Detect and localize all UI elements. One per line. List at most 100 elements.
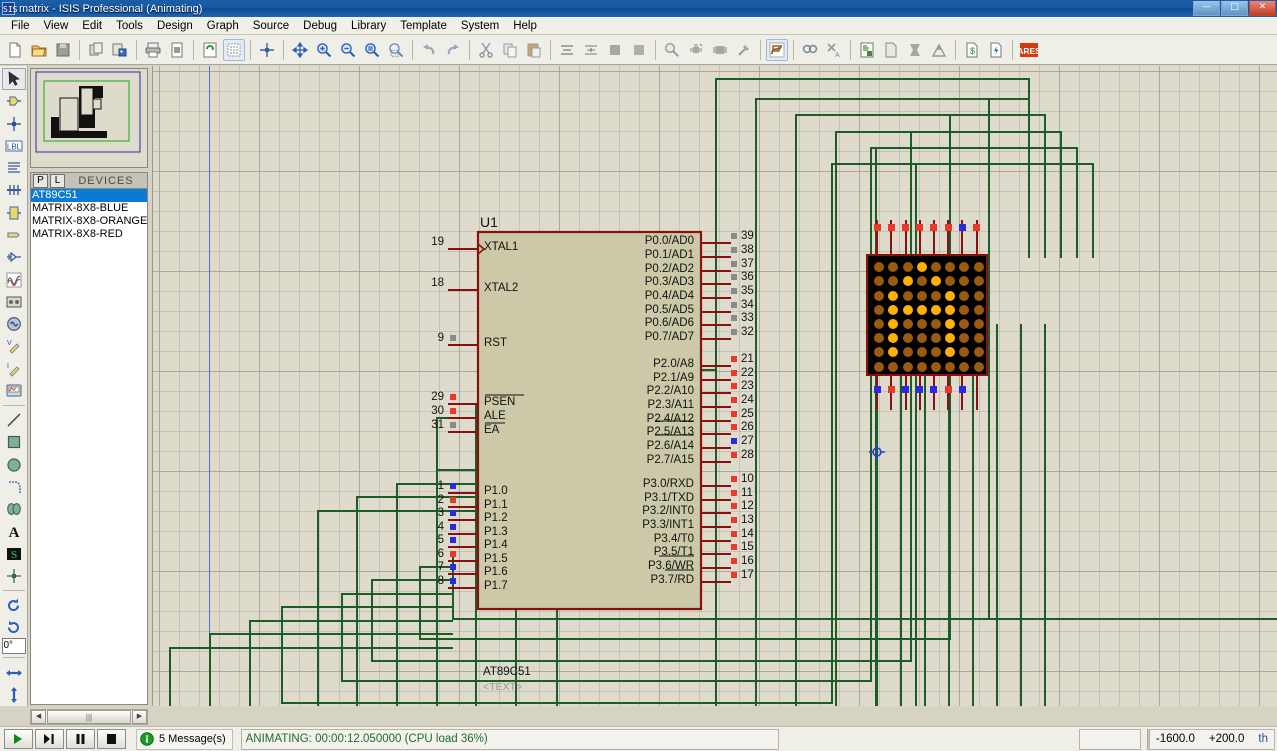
zoom-area-icon[interactable]	[385, 39, 407, 61]
origin-icon[interactable]	[256, 39, 278, 61]
exit-sheet-icon[interactable]	[928, 39, 950, 61]
menu-debug[interactable]: Debug	[296, 19, 344, 33]
menu-library[interactable]: Library	[344, 19, 393, 33]
menu-graph[interactable]: Graph	[200, 19, 246, 33]
scroll-thumb[interactable]: |||	[47, 710, 131, 724]
object-selector-hscrollbar[interactable]: ◀ ||| ▶	[30, 709, 148, 725]
component-mode[interactable]	[2, 90, 26, 112]
pause-button[interactable]	[66, 729, 95, 749]
menu-template[interactable]: Template	[393, 19, 454, 33]
open-file-icon[interactable]	[28, 39, 50, 61]
bill-of-materials-icon[interactable]: $	[961, 39, 983, 61]
scroll-left-arrow[interactable]: ◀	[31, 710, 46, 724]
led-matrix-8x8[interactable]	[866, 206, 996, 410]
device-pin-mode[interactable]	[2, 246, 26, 268]
close-button[interactable]: ✕	[1249, 1, 1276, 16]
refresh-display-icon[interactable]	[199, 39, 221, 61]
2d-path-mode[interactable]	[2, 498, 26, 520]
virtual-instrument-mode[interactable]	[2, 380, 26, 402]
graph-mode[interactable]	[2, 268, 26, 290]
stop-button[interactable]	[97, 729, 126, 749]
maximize-button[interactable]: □	[1221, 1, 1248, 16]
search-tag-icon[interactable]	[799, 39, 821, 61]
ares-netlist-icon[interactable]: ARES	[1018, 39, 1040, 61]
remove-sheet-icon[interactable]	[904, 39, 926, 61]
voltage-probe-mode[interactable]: V	[2, 335, 26, 357]
menu-file[interactable]: File	[4, 19, 37, 33]
menu-system[interactable]: System	[454, 19, 506, 33]
menu-view[interactable]: View	[37, 19, 76, 33]
pan-icon[interactable]	[289, 39, 311, 61]
terminals-mode[interactable]	[2, 224, 26, 246]
menu-source[interactable]: Source	[246, 19, 296, 33]
tape-recorder-mode[interactable]	[2, 291, 26, 313]
2d-text-mode[interactable]: A	[2, 520, 26, 542]
wire-autorouter-icon[interactable]	[766, 38, 788, 61]
menu-tools[interactable]: Tools	[109, 19, 150, 33]
export-section-icon[interactable]	[109, 39, 131, 61]
rotate-ccw-icon[interactable]	[2, 616, 26, 638]
electrical-rule-check-icon[interactable]	[985, 39, 1007, 61]
2d-line-mode[interactable]	[2, 409, 26, 431]
mirror-y-icon[interactable]	[2, 684, 26, 706]
step-button[interactable]	[35, 729, 64, 749]
new-file-icon[interactable]	[4, 39, 26, 61]
2d-box-mode[interactable]	[2, 431, 26, 453]
new-sheet-icon[interactable]	[880, 39, 902, 61]
block-rotate-icon[interactable]	[604, 39, 626, 61]
make-device-icon[interactable]	[685, 39, 707, 61]
device-list-item-at89c51[interactable]: AT89C51	[31, 189, 147, 202]
design-explorer-icon[interactable]	[856, 39, 878, 61]
selection-mode[interactable]	[1, 68, 26, 91]
menu-help[interactable]: Help	[506, 19, 544, 33]
package-tool-icon[interactable]	[709, 39, 731, 61]
device-list[interactable]: AT89C51 MATRIX-8X8-BLUE MATRIX-8X8-ORANG…	[30, 189, 148, 705]
scroll-right-arrow[interactable]: ▶	[132, 710, 147, 724]
copy-icon[interactable]	[499, 39, 521, 61]
menu-design[interactable]: Design	[150, 19, 200, 33]
device-list-item-matrix-8x8-red[interactable]: MATRIX-8X8-RED	[31, 228, 147, 241]
redo-icon[interactable]	[442, 39, 464, 61]
cut-icon[interactable]	[475, 39, 497, 61]
wire-label-mode[interactable]: LBL	[2, 135, 26, 157]
toggle-grid-icon[interactable]	[223, 38, 245, 61]
text-script-mode[interactable]	[2, 157, 26, 179]
generator-mode[interactable]	[2, 313, 26, 335]
2d-circle-mode[interactable]	[2, 453, 26, 475]
import-section-icon[interactable]	[85, 39, 107, 61]
block-delete-icon[interactable]	[628, 39, 650, 61]
zoom-in-icon[interactable]	[313, 39, 335, 61]
menu-edit[interactable]: Edit	[75, 19, 109, 33]
2d-marker-mode[interactable]	[2, 565, 26, 587]
paste-icon[interactable]	[523, 39, 545, 61]
device-list-item-matrix-8x8-orange[interactable]: MATRIX-8X8-ORANGE	[31, 215, 147, 228]
mirror-x-icon[interactable]	[2, 661, 26, 683]
print-icon[interactable]	[142, 39, 164, 61]
pick-devices-button[interactable]: P	[33, 173, 48, 188]
current-probe-mode[interactable]: I	[2, 357, 26, 379]
message-count-box[interactable]: 5 Message(s)	[136, 728, 233, 750]
subcircuit-mode[interactable]	[2, 202, 26, 224]
matrix-body[interactable]	[866, 254, 988, 376]
pick-device-icon[interactable]	[661, 39, 683, 61]
zoom-all-icon[interactable]	[361, 39, 383, 61]
junction-dot-mode[interactable]	[2, 113, 26, 135]
2d-arc-mode[interactable]	[2, 476, 26, 498]
block-copy-icon[interactable]	[556, 39, 578, 61]
library-manager-button[interactable]: L	[50, 173, 65, 188]
schematic-canvas[interactable]: 19 XTAL1 18 XTAL2 9 RST 29 PSEN 30 ALE 31 EA 1 P1.0 2 P…	[152, 66, 1277, 706]
decompose-icon[interactable]	[733, 39, 755, 61]
property-assign-icon[interactable]: A	[823, 39, 845, 61]
rotation-angle-field[interactable]: 0°	[1, 638, 26, 655]
zoom-out-icon[interactable]	[337, 39, 359, 61]
block-move-icon[interactable]	[580, 39, 602, 61]
play-button[interactable]	[4, 729, 33, 749]
rotate-cw-icon[interactable]	[2, 594, 26, 616]
undo-icon[interactable]	[418, 39, 440, 61]
device-list-item-matrix-8x8-blue[interactable]: MATRIX-8X8-BLUE	[31, 202, 147, 215]
bus-mode[interactable]	[2, 179, 26, 201]
save-file-icon[interactable]	[52, 39, 74, 61]
minimize-button[interactable]: —	[1193, 1, 1220, 16]
2d-symbol-mode[interactable]: S	[2, 543, 26, 565]
print-area-icon[interactable]	[166, 39, 188, 61]
